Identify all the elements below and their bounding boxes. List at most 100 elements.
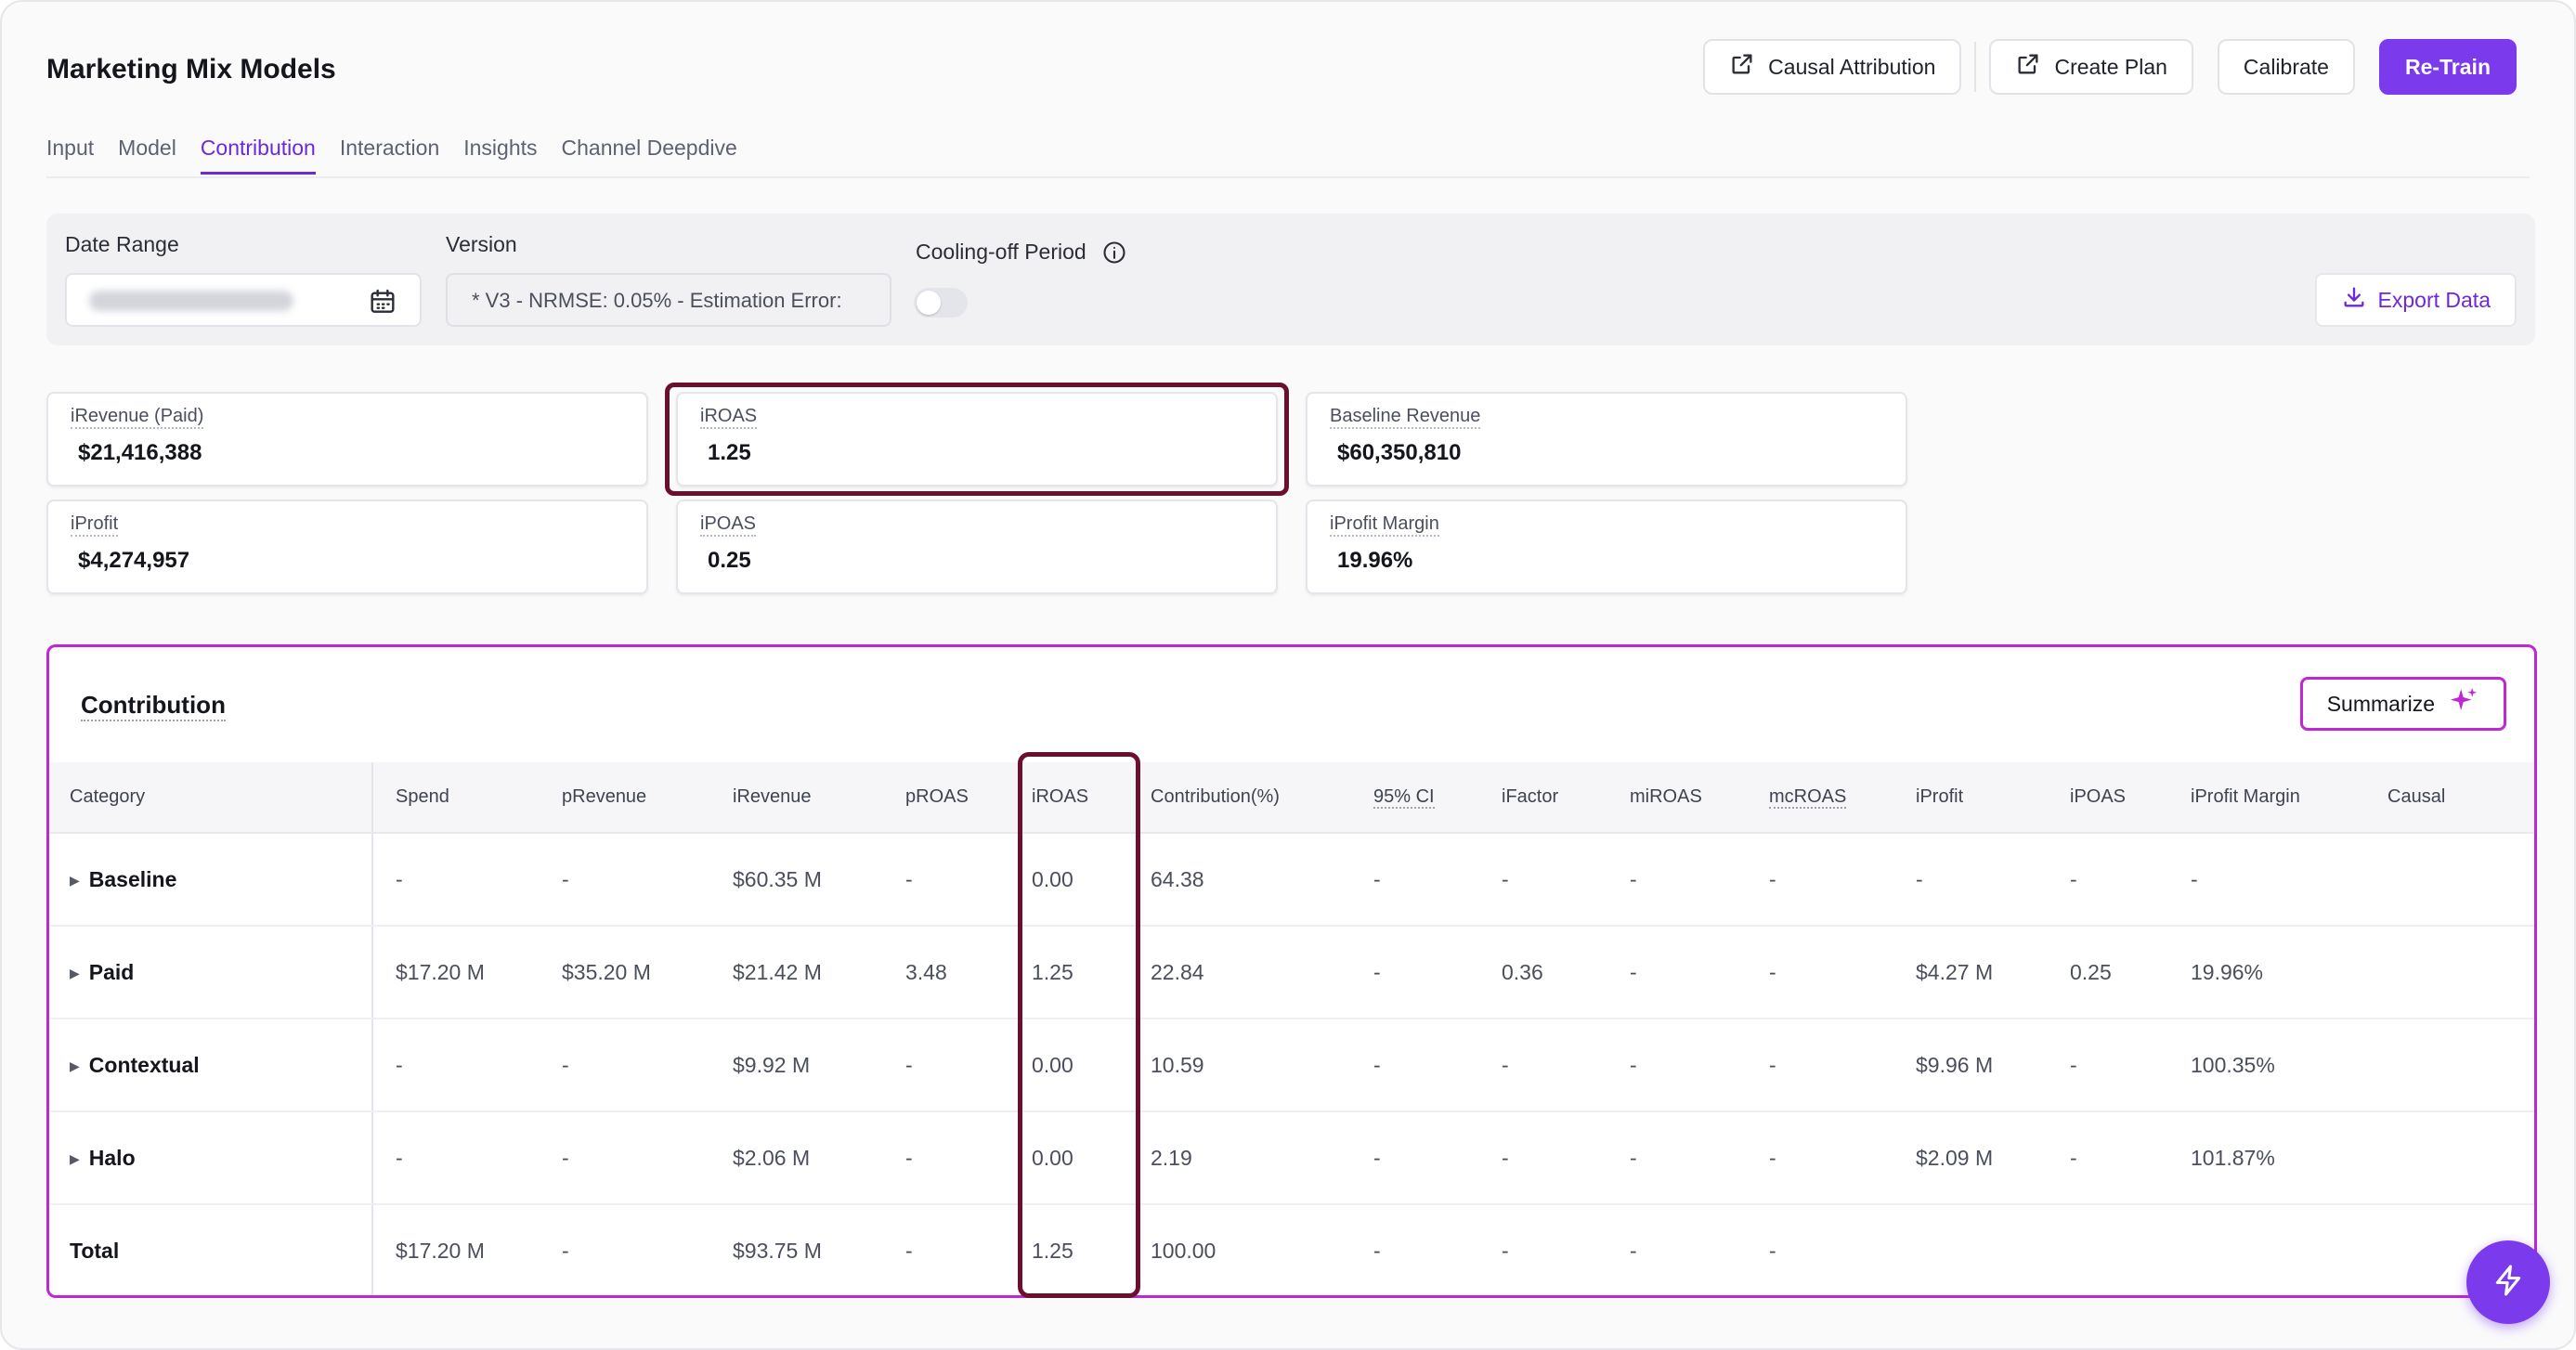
- table-cell: -: [540, 1019, 710, 1112]
- table-cell: -: [372, 1019, 540, 1112]
- column-header-irevenue[interactable]: iRevenue: [710, 762, 883, 834]
- table-cell: -: [1479, 833, 1607, 927]
- cooling-off-toggle[interactable]: [914, 288, 968, 318]
- version-select[interactable]: * V3 - NRMSE: 0.05% - Estimation Error:: [446, 273, 891, 327]
- column-header-ifactor[interactable]: iFactor: [1479, 762, 1607, 834]
- app-page: Marketing Mix Models Causal Attribution …: [0, 0, 2576, 1350]
- tabs-divider: [46, 176, 2530, 178]
- table-cell: -: [1607, 1019, 1747, 1112]
- category-label: Paid: [88, 959, 135, 984]
- export-data-button[interactable]: Export Data: [2314, 273, 2517, 327]
- table-cell: 101.87%: [2168, 1111, 2365, 1205]
- causal-attribution-button[interactable]: Causal Attribution: [1703, 39, 1962, 95]
- header-divider: [1974, 42, 1977, 92]
- table-cell: -: [2048, 833, 2168, 927]
- column-header-iprofit[interactable]: iProfit: [1893, 762, 2048, 834]
- quick-action-button[interactable]: [2466, 1240, 2550, 1324]
- table-cell: [1893, 1204, 2048, 1295]
- tab-interaction[interactable]: Interaction: [340, 136, 439, 175]
- column-header-causal[interactable]: Causal: [2365, 762, 2534, 834]
- kpi-card-ipoas: iPOAS 0.25: [676, 500, 1278, 594]
- table-cell: $2.09 M: [1893, 1111, 2048, 1205]
- table-cell: -: [1502, 1239, 1509, 1263]
- table-cell: -: [562, 1239, 569, 1263]
- contribution-title[interactable]: Contribution: [81, 690, 226, 721]
- date-range-picker[interactable]: [65, 273, 422, 327]
- table-cell: $21.42 M: [710, 926, 883, 1019]
- causal-attribution-label: Causal Attribution: [1768, 54, 1936, 79]
- tab-input[interactable]: Input: [46, 136, 94, 175]
- column-header-contribution-pct[interactable]: Contribution(%): [1128, 762, 1351, 834]
- table-cell: [2365, 833, 2534, 927]
- table-cell: $93.75 M: [733, 1239, 822, 1263]
- column-header-mcroas[interactable]: mcROAS: [1747, 762, 1893, 834]
- table-cell: -: [1747, 1111, 1893, 1205]
- toggle-knob: [917, 291, 941, 315]
- cooling-off-label: Cooling-off Period: [916, 240, 1086, 264]
- kpi-label[interactable]: Baseline Revenue: [1330, 405, 1481, 429]
- table-cell: -: [1607, 1111, 1747, 1205]
- kpi-value: 0.25: [708, 548, 751, 573]
- column-header-iprofit-margin[interactable]: iProfit Margin: [2168, 762, 2365, 834]
- table-cell: -: [540, 833, 710, 927]
- summarize-label: Summarize: [2326, 691, 2435, 716]
- kpi-label[interactable]: iProfit: [71, 513, 119, 537]
- calendar-icon[interactable]: [368, 287, 397, 317]
- column-header-spend[interactable]: Spend: [372, 762, 540, 834]
- tab-model[interactable]: Model: [118, 136, 176, 175]
- column-header-mcroas-label: mcROAS: [1769, 786, 1847, 809]
- table-cell: -: [1747, 1019, 1893, 1112]
- info-icon[interactable]: [1101, 240, 1127, 266]
- tab-insights[interactable]: Insights: [463, 136, 537, 175]
- external-link-icon: [1729, 51, 1755, 83]
- table-cell: $4.27 M: [1893, 926, 2048, 1019]
- column-header-95-ci[interactable]: 95% CI: [1351, 762, 1479, 834]
- column-header-prevenue[interactable]: pRevenue: [540, 762, 710, 834]
- page-title: Marketing Mix Models: [46, 54, 336, 84]
- iroas-column-highlight: [1018, 752, 1140, 1298]
- table-cell: 100.35%: [2168, 1019, 2365, 1112]
- tab-channel-deepdive[interactable]: Channel Deepdive: [562, 136, 737, 175]
- retrain-button[interactable]: Re-Train: [2378, 39, 2517, 95]
- table-row-contextual[interactable]: ▶ Contextual - - $9.92 M - 0.00 10.59 - -…: [49, 1019, 2534, 1112]
- row-category-cell[interactable]: ▶ Halo: [49, 1111, 373, 1205]
- row-category-cell[interactable]: ▶ Paid: [49, 926, 373, 1019]
- create-plan-label: Create Plan: [2054, 54, 2167, 79]
- table-header-row: Category Spend pRevenue iRevenue pROAS i…: [49, 762, 2534, 834]
- table-cell: 100.00: [1151, 1239, 1216, 1263]
- column-header-ipoas[interactable]: iPOAS: [2048, 762, 2168, 834]
- expand-caret-icon[interactable]: ▶: [70, 1151, 80, 1167]
- table-row-total: Total $17.20 M - $93.75 M - 1.25 100.00 …: [49, 1204, 2534, 1295]
- column-header-proas[interactable]: pROAS: [883, 762, 1009, 834]
- row-category-cell: Total: [49, 1204, 373, 1295]
- table-row-halo[interactable]: ▶ Halo - - $2.06 M - 0.00 2.19 - - - - $2…: [49, 1111, 2534, 1205]
- calibrate-button[interactable]: Calibrate: [2217, 39, 2355, 95]
- category-label: Halo: [88, 1145, 136, 1170]
- kpi-label[interactable]: iProfit Margin: [1330, 513, 1439, 537]
- table-cell: -: [1747, 833, 1893, 927]
- row-category-cell[interactable]: ▶ Contextual: [49, 1019, 373, 1112]
- table-cell: 10.59: [1128, 1019, 1351, 1112]
- create-plan-button[interactable]: Create Plan: [1989, 39, 2193, 95]
- table-cell: -: [1351, 833, 1479, 927]
- tab-bar: Input Model Contribution Interaction Ins…: [46, 136, 737, 175]
- table-cell: $2.06 M: [710, 1111, 883, 1205]
- summarize-button[interactable]: Summarize: [2299, 677, 2506, 731]
- row-category-cell[interactable]: ▶ Baseline: [49, 833, 373, 927]
- kpi-label[interactable]: iRevenue (Paid): [71, 405, 204, 429]
- kpi-label[interactable]: iPOAS: [700, 513, 757, 537]
- category-label: Baseline: [88, 866, 177, 891]
- column-header-miroas[interactable]: miROAS: [1607, 762, 1747, 834]
- table-cell: 64.38: [1128, 833, 1351, 927]
- expand-caret-icon[interactable]: ▶: [70, 873, 80, 889]
- table-row-paid[interactable]: ▶ Paid $17.20 M $35.20 M $21.42 M 3.48 1.…: [49, 926, 2534, 1019]
- column-header-category[interactable]: Category: [49, 762, 373, 834]
- expand-caret-icon[interactable]: ▶: [70, 1058, 80, 1074]
- table-cell: 22.84: [1128, 926, 1351, 1019]
- table-row-baseline[interactable]: ▶ Baseline - - $60.35 M - 0.00 64.38 - - …: [49, 833, 2534, 927]
- tab-contribution[interactable]: Contribution: [200, 136, 316, 175]
- table-cell: $9.96 M: [1893, 1019, 2048, 1112]
- expand-caret-icon[interactable]: ▶: [70, 966, 80, 981]
- category-label: Total: [70, 1239, 120, 1263]
- table-cell: -: [1479, 1019, 1607, 1112]
